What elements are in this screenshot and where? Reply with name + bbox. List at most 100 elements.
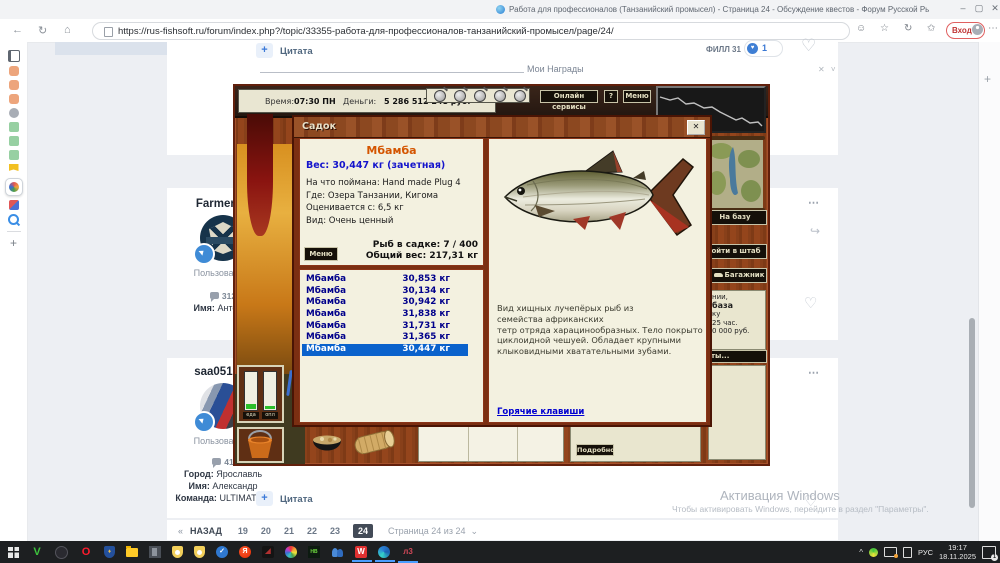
fish-list-row[interactable]: 30,447 кг Мбамба	[302, 344, 468, 356]
page-number[interactable]: 21	[284, 526, 294, 536]
wargaming-icon[interactable]: W	[355, 546, 367, 558]
blue-check-icon[interactable]: ✓	[216, 546, 228, 558]
gray-app-icon[interactable]	[9, 108, 19, 118]
back-page-button[interactable]: НАЗАД	[190, 526, 222, 536]
dialog-titlebar[interactable]: Садок ✕	[294, 117, 710, 138]
bottom-panel-button[interactable]: ты...	[706, 350, 767, 363]
help-button[interactable]: ?	[604, 90, 618, 103]
bucket-slot[interactable]	[237, 427, 284, 463]
battle-shield-icon[interactable]: ♦	[104, 546, 115, 558]
home-icon[interactable]: ⌂	[64, 24, 71, 36]
signature-close-icon[interactable]: ✕ ˅	[818, 65, 838, 74]
cage-menu-button[interactable]: Меню	[304, 247, 338, 261]
address-bar[interactable]: https://rus-fishsoft.ru/forum/index.php?…	[92, 22, 850, 40]
inventory-slots[interactable]	[418, 426, 564, 462]
hand-orange-icon[interactable]	[9, 80, 19, 90]
browser-menu-icon[interactable]: ⋯	[988, 23, 998, 34]
active-site-icon[interactable]	[5, 178, 23, 196]
color-wheel-icon[interactable]	[285, 546, 297, 558]
notification-center-icon[interactable]: 1	[982, 546, 996, 559]
start-menu-icon[interactable]	[8, 547, 19, 558]
page-number[interactable]: 24	[353, 524, 373, 538]
game-screenshot-icon[interactable]	[149, 546, 161, 558]
reel-icon[interactable]	[454, 90, 466, 102]
fish-list-row[interactable]: 30,853 кг Мбамба	[302, 274, 468, 286]
details-button[interactable]: Подробно	[576, 444, 614, 456]
opera-icon[interactable]: O	[79, 545, 93, 559]
reel-icon[interactable]	[494, 90, 506, 102]
file-explorer-icon[interactable]	[126, 548, 138, 557]
clock[interactable]: 19:17 18.11.2025	[939, 543, 976, 561]
quote-plus-button[interactable]: +	[256, 491, 273, 506]
post-options-icon[interactable]: ⋯	[808, 196, 820, 209]
dark-car-icon[interactable]: ◢	[262, 546, 274, 558]
vk-play-icon[interactable]: V	[30, 545, 44, 559]
divider[interactable]	[7, 231, 21, 232]
tray-app-icon[interactable]	[869, 548, 878, 557]
tanks-app-icon[interactable]	[55, 546, 68, 559]
minimize-button[interactable]: –	[956, 3, 970, 13]
quote-plus-button[interactable]: +	[256, 43, 273, 58]
reactions-icon[interactable]: ☺	[856, 23, 866, 34]
scrollbar-thumb[interactable]	[969, 318, 975, 508]
page-number[interactable]: 23	[330, 526, 340, 536]
gallery-icon[interactable]	[9, 200, 19, 210]
maximize-button[interactable]: ▢	[972, 3, 986, 14]
collections-icon[interactable]: ✩	[927, 23, 935, 34]
language-indicator[interactable]: РУС	[918, 548, 933, 557]
quote-button[interactable]: Цитата	[280, 46, 313, 57]
back-icon[interactable]: ←	[12, 24, 23, 36]
hb-app-icon[interactable]: НВ	[308, 546, 320, 558]
fish-list-row[interactable]: 31,838 кг Мбамба	[302, 309, 468, 321]
online-services-button[interactable]: Онлайн сервисы	[540, 90, 598, 103]
dialog-close-button[interactable]: ✕	[687, 120, 705, 135]
tabs-panel-icon[interactable]	[8, 50, 20, 62]
post-options-icon[interactable]: ⋯	[808, 366, 820, 379]
like-heart-icon[interactable]: ♡	[801, 36, 816, 56]
fish-list-row[interactable]: 30,942 кг Мбамба	[302, 297, 468, 309]
right-panel-plus-icon[interactable]: +	[984, 72, 991, 86]
login-button[interactable]: Вход	[946, 22, 985, 39]
page-number[interactable]: 20	[261, 526, 271, 536]
page-number[interactable]: 22	[307, 526, 317, 536]
to-hq-button[interactable]: ойти в штаб	[705, 244, 767, 259]
pot-item[interactable]	[310, 430, 344, 462]
mat-item[interactable]	[352, 425, 396, 465]
trunk-button[interactable]: Багажник	[711, 268, 767, 283]
yellow-shield2-icon[interactable]	[194, 546, 205, 558]
post-heart-icon[interactable]: ♡	[804, 294, 817, 312]
map-panel[interactable]	[707, 139, 763, 209]
yandex-browser-icon[interactable]: Я	[239, 546, 251, 558]
green-table-icon[interactable]	[9, 150, 19, 160]
yellow-shield-icon[interactable]	[172, 546, 183, 558]
tray-expand-icon[interactable]: ^	[859, 548, 863, 557]
page-select-caret-icon[interactable]: ⌄	[470, 526, 478, 537]
reel-icon[interactable]	[514, 90, 526, 102]
share-icon[interactable]: ↪	[810, 224, 820, 238]
reel-icon[interactable]	[474, 90, 486, 102]
green-table-icon[interactable]	[9, 122, 19, 132]
flag-yellow-icon[interactable]	[9, 164, 19, 174]
bookmark-star-icon[interactable]: ☆	[880, 23, 889, 34]
hand-orange-icon[interactable]	[9, 94, 19, 104]
fish-list-row[interactable]: 30,134 кг Мбамба	[302, 286, 468, 298]
fish-list-row[interactable]: 31,731 кг Мбамба	[302, 321, 468, 333]
plus-icon[interactable]: +	[9, 238, 19, 248]
edge-icon[interactable]	[378, 546, 390, 558]
search-icon[interactable]	[8, 214, 19, 225]
close-window-button[interactable]: ✕	[988, 3, 1000, 14]
display-tray-icon[interactable]	[884, 547, 897, 557]
page-number[interactable]: 19	[238, 526, 248, 536]
like-badge[interactable]: ♥ 1	[744, 40, 783, 57]
fish-list-row[interactable]: 31,365 кг Мбамба	[302, 332, 468, 344]
quote-button[interactable]: Цитата	[280, 494, 313, 505]
people-app-icon[interactable]	[331, 546, 344, 558]
game-menu-button[interactable]: Меню	[623, 90, 651, 103]
reel-icon[interactable]	[434, 90, 446, 102]
url-text[interactable]: https://rus-fishsoft.ru/forum/index.php?…	[118, 26, 614, 37]
usb-tray-icon[interactable]	[903, 547, 912, 558]
hotkeys-link[interactable]: Горячие клавиши	[497, 407, 584, 417]
l3-app-icon[interactable]: л3	[401, 545, 415, 559]
to-base-button[interactable]: На базу	[703, 210, 767, 225]
reload-icon[interactable]: ↻	[38, 24, 47, 37]
